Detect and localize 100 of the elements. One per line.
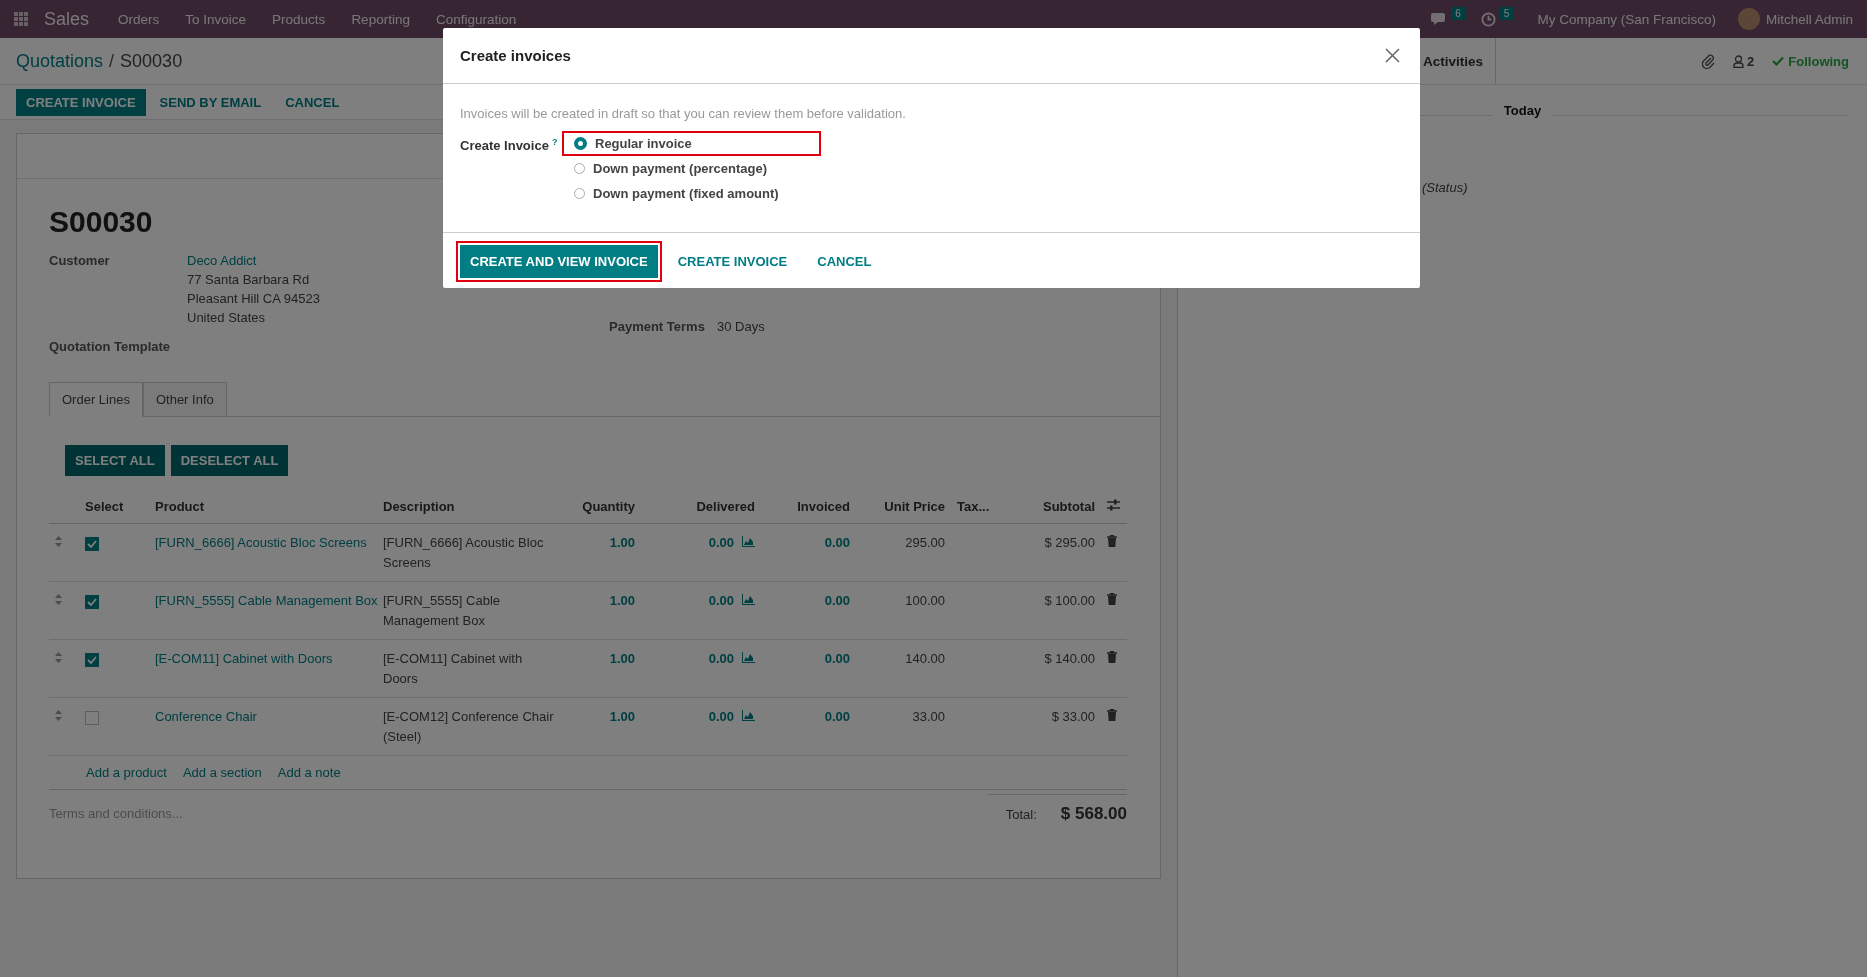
total-label: Total: — [1005, 806, 1037, 822]
customer-link[interactable]: Deco Addict — [187, 253, 320, 268]
table-cell: [E-COM11] Cabinet with Doors — [383, 651, 523, 686]
field-label: Payment Terms — [609, 319, 706, 334]
table-cell: $ 33.00 — [1051, 709, 1095, 724]
user-menu[interactable]: Mitchell Admin — [1765, 11, 1853, 27]
date-separator: Today — [1491, 103, 1554, 118]
checkbox[interactable] — [85, 710, 99, 725]
tab[interactable]: Order Lines — [49, 382, 143, 417]
followers-button[interactable]: 2 — [1733, 53, 1755, 69]
checkbox[interactable] — [85, 594, 99, 609]
product-link[interactable]: Conference Chair — [155, 709, 257, 724]
address-line: United States — [187, 310, 267, 325]
drag-handle-icon[interactable] — [55, 594, 62, 605]
drag-handle-icon[interactable] — [55, 536, 62, 547]
app-name[interactable]: Sales — [44, 8, 90, 30]
table-cell: [E-COM12] Conference Chair (Steel) — [383, 709, 554, 744]
avatar[interactable] — [1737, 8, 1760, 30]
table-cell: 0.00 — [708, 593, 734, 608]
order-number: S00030 — [49, 205, 153, 239]
message-count-badge: 6 — [1451, 6, 1465, 20]
radio-option[interactable]: Down payment (fixed amount) — [562, 181, 821, 206]
trash-icon[interactable] — [1107, 535, 1117, 547]
breadcrumb-current: S00030 — [120, 50, 183, 72]
dialog-button[interactable]: CREATE AND VIEW INVOICE — [460, 245, 658, 278]
menu-item[interactable]: Configuration — [424, 11, 528, 27]
dialog-button[interactable]: CREATE INVOICE — [667, 245, 798, 278]
area-chart-icon[interactable] — [742, 594, 755, 605]
table-cell: 100.00 — [905, 593, 945, 608]
address-line: 77 Santa Barbara Rd — [187, 272, 311, 287]
field-label: Create Invoice — [460, 138, 549, 154]
company-switcher[interactable]: My Company (San Francisco) — [1537, 11, 1716, 27]
area-chart-icon[interactable] — [742, 710, 755, 721]
radio-option[interactable]: Down payment (percentage) — [562, 156, 821, 181]
select-button[interactable]: SELECT ALL — [65, 445, 165, 476]
checkbox[interactable] — [85, 652, 99, 667]
table-cell: $ 100.00 — [1044, 593, 1095, 608]
check-icon — [1772, 56, 1785, 66]
table-cell: 0.00 — [824, 593, 850, 608]
product-link[interactable]: [FURN_5555] Cable Management Box — [155, 593, 378, 608]
message-text: (Status) — [1422, 180, 1468, 195]
add-line-link[interactable]: Add a note — [277, 765, 341, 780]
trash-icon[interactable] — [1107, 709, 1117, 721]
product-link[interactable]: [FURN_6666] Acoustic Bloc Screens — [155, 535, 367, 550]
chat-icon[interactable] — [1431, 12, 1448, 26]
tab[interactable]: Other Info — [142, 382, 227, 417]
help-mark[interactable]: ? — [551, 137, 558, 147]
column-header[interactable]: Delivered — [696, 499, 755, 514]
dialog-button[interactable]: CANCEL — [807, 245, 882, 278]
table-cell: 0.00 — [708, 535, 734, 550]
column-header[interactable]: Product — [155, 499, 205, 514]
column-header[interactable]: Tax... — [957, 499, 990, 514]
area-chart-icon[interactable] — [742, 536, 755, 547]
table-cell: 1.00 — [609, 593, 635, 608]
dialog-title: Create invoices — [460, 47, 571, 64]
drag-handle-icon[interactable] — [55, 652, 62, 663]
trash-icon[interactable] — [1107, 651, 1117, 663]
dialog-hint: Invoices will be created in draft so that you can review them before validation. — [460, 106, 907, 121]
breadcrumb-separator: / — [109, 50, 115, 72]
add-line-link[interactable]: Add a product — [86, 765, 167, 780]
column-header[interactable]: Select — [85, 499, 124, 514]
checkbox[interactable] — [85, 536, 99, 551]
close-icon[interactable] — [1385, 48, 1400, 63]
apps-grid-icon[interactable] — [14, 12, 28, 26]
table-cell: 0.00 — [708, 709, 734, 724]
total-amount: $ 568.00 — [1060, 804, 1127, 824]
action-button[interactable]: CREATE INVOICE — [16, 88, 146, 116]
menu-item[interactable]: Orders — [107, 11, 171, 27]
column-header[interactable]: Invoiced — [797, 499, 850, 514]
table-cell: $ 295.00 — [1044, 535, 1095, 550]
table-cell: 0.00 — [824, 651, 850, 666]
address-line: Pleasant Hill CA 94523 — [187, 291, 320, 306]
activities-button[interactable]: Activities — [1422, 53, 1483, 69]
column-header[interactable]: Quantity — [582, 499, 635, 514]
breadcrumb-link[interactable]: Quotations — [16, 50, 104, 72]
action-button[interactable]: CANCEL — [275, 88, 350, 116]
sliders-icon[interactable] — [1107, 499, 1120, 511]
field-label: Quotation Template — [49, 339, 172, 354]
area-chart-icon[interactable] — [742, 652, 755, 663]
table-cell: [FURN_5555] Cable Management Box — [383, 593, 501, 628]
menu-item[interactable]: Reporting — [340, 11, 421, 27]
clock-icon[interactable] — [1480, 11, 1496, 27]
column-header[interactable]: Subtotal — [1043, 499, 1095, 514]
column-header[interactable]: Unit Price — [884, 499, 945, 514]
following-button[interactable]: Following — [1772, 53, 1849, 69]
trash-icon[interactable] — [1107, 593, 1117, 605]
menu-item[interactable]: Products — [261, 11, 337, 27]
table-cell: 0.00 — [708, 651, 734, 666]
product-link[interactable]: [E-COM11] Cabinet with Doors — [155, 651, 333, 666]
drag-handle-icon[interactable] — [55, 710, 62, 721]
menu-item[interactable]: To Invoice — [174, 11, 258, 27]
field-value: 30 Days — [717, 319, 765, 334]
column-header[interactable]: Description — [383, 499, 455, 514]
select-button[interactable]: DESELECT ALL — [170, 445, 289, 476]
action-button[interactable]: SEND BY EMAIL — [149, 88, 272, 116]
table-cell: 0.00 — [824, 709, 850, 724]
add-line-link[interactable]: Add a section — [182, 765, 262, 780]
paperclip-icon[interactable] — [1701, 53, 1716, 69]
radio-option[interactable]: Regular invoice — [562, 131, 821, 156]
table-cell: [FURN_6666] Acoustic Bloc Screens — [383, 535, 544, 570]
